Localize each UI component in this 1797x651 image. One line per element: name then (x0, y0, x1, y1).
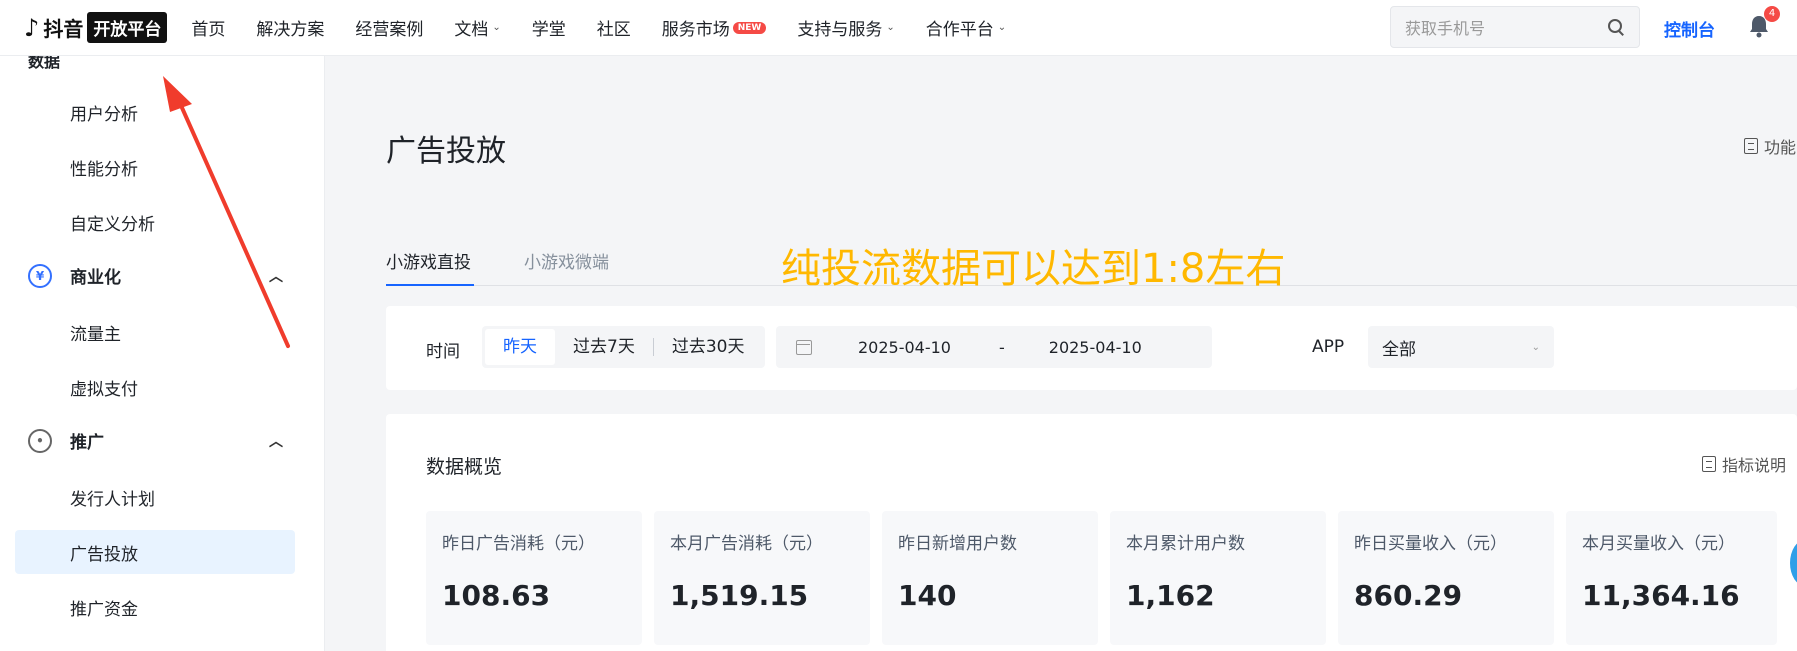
annotation-arrow-icon (163, 76, 290, 348)
